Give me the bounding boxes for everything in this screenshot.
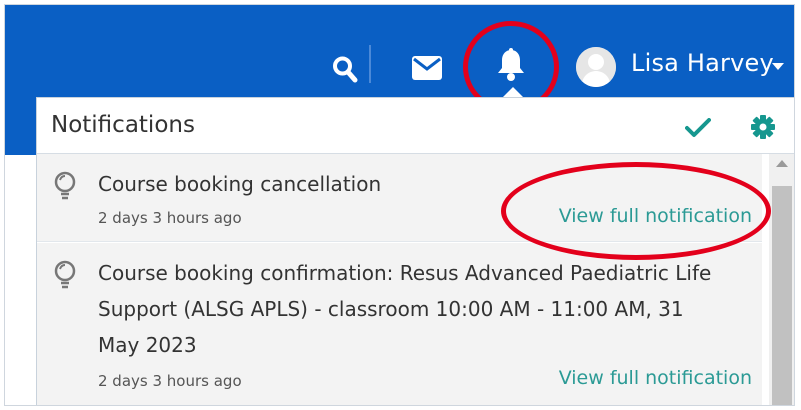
- user-name[interactable]: Lisa Harvey: [631, 49, 774, 77]
- search-icon[interactable]: [331, 53, 359, 85]
- panel-title: Notifications: [51, 112, 195, 138]
- gear-icon[interactable]: [750, 114, 776, 144]
- screenshot-frame: Lisa Harvey Notifications Course booking…: [4, 4, 795, 406]
- list-item[interactable]: Course booking confirmation: Resus Advan…: [37, 243, 762, 405]
- envelope-icon[interactable]: [410, 53, 444, 83]
- scrollbar[interactable]: [769, 154, 794, 405]
- notification-title: Course booking confirmation: Resus Advan…: [98, 261, 712, 357]
- nav-divider: [369, 45, 371, 83]
- scroll-up-icon[interactable]: [776, 160, 788, 167]
- lightbulb-icon: [53, 259, 77, 293]
- view-full-notification-link[interactable]: View full notification: [559, 367, 752, 389]
- checkmark-icon[interactable]: [685, 118, 711, 142]
- notification-time: 2 days 3 hours ago: [98, 209, 242, 227]
- scroll-thumb[interactable]: [772, 186, 792, 405]
- annotation-oval: [501, 162, 771, 260]
- avatar[interactable]: [576, 47, 616, 87]
- lightbulb-icon: [53, 170, 77, 204]
- notification-time: 2 days 3 hours ago: [98, 372, 242, 390]
- chevron-down-icon[interactable]: [772, 63, 784, 70]
- notifications-header: Notifications: [37, 98, 794, 154]
